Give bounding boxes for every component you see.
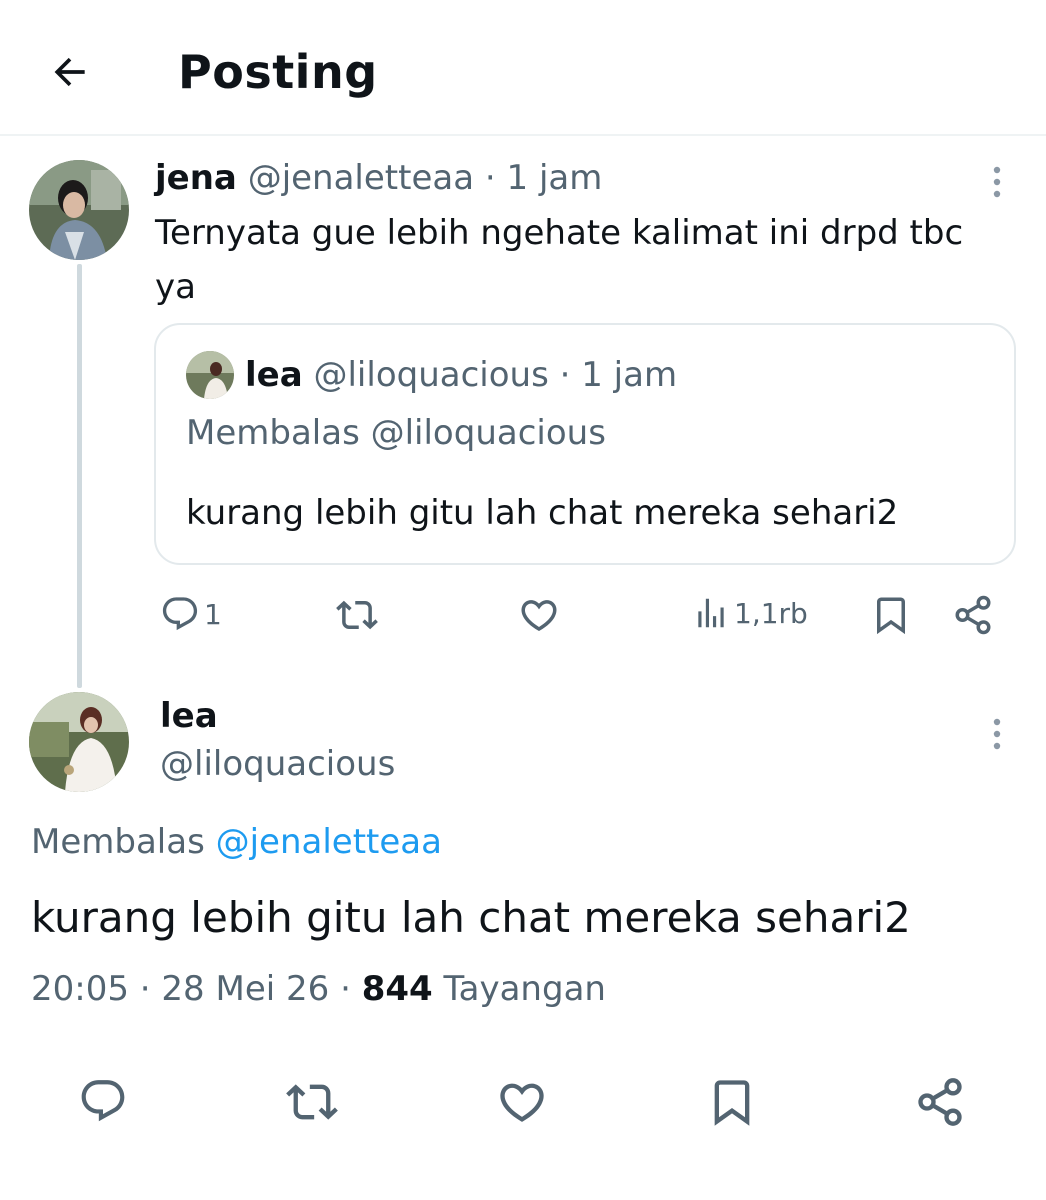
page-title: Posting — [178, 45, 378, 99]
post-time[interactable]: 1 jam — [507, 158, 603, 198]
quoted-author-handle: @liloquacious — [313, 355, 549, 395]
repost-button[interactable] — [336, 594, 378, 636]
quoted-time: 1 jam — [581, 355, 678, 395]
main-like-button[interactable] — [496, 1076, 548, 1128]
post-date[interactable]: 28 Mei 26 — [161, 969, 329, 1009]
separator-dot: · — [139, 969, 151, 1009]
author-handle[interactable]: @jenaletteaa — [248, 158, 474, 198]
back-button[interactable] — [38, 40, 102, 104]
main-more-button[interactable] — [977, 704, 1017, 764]
main-bookmark-button[interactable] — [706, 1076, 758, 1128]
heart-icon — [521, 600, 557, 632]
arrow-left-icon — [54, 57, 85, 87]
main-share-button[interactable] — [914, 1076, 966, 1128]
author-name[interactable]: jena — [155, 158, 237, 198]
share-icon — [955, 595, 991, 635]
view-label[interactable]: Tayangan — [444, 969, 606, 1009]
lea-avatar[interactable] — [29, 692, 129, 792]
author-name[interactable]: lea — [160, 694, 218, 738]
bookmark-icon — [877, 597, 905, 635]
jena-avatar[interactable] — [29, 160, 129, 260]
more-vertical-icon — [993, 718, 1001, 750]
parent-post-text: Ternyata gue lebih ngehate kalimat ini d… — [155, 213, 964, 307]
like-button[interactable] — [518, 594, 560, 636]
share-button[interactable] — [952, 594, 994, 636]
main-post-text: kurang lebih gitu lah chat mereka sehari… — [31, 893, 911, 942]
quoted-reply-to: Membalas @liloquacious — [186, 413, 606, 453]
repost-icon — [336, 600, 378, 630]
author-handle[interactable]: @liloquacious — [160, 742, 395, 786]
repost-icon — [286, 1084, 338, 1120]
quoted-avatar — [186, 351, 234, 399]
views-count: 1,1rb — [734, 596, 808, 630]
heart-icon — [500, 1083, 544, 1122]
quoted-text: kurang lebih gitu lah chat mereka sehari… — [186, 493, 899, 533]
separator-dot: · — [340, 969, 351, 1009]
post-time[interactable]: 20:05 — [31, 969, 129, 1009]
reply-prefix: Membalas — [31, 822, 205, 862]
reply-icon — [162, 597, 198, 631]
quoted-meta: lea @liloquacious · 1 jam — [245, 353, 677, 397]
separator-dot: · — [559, 355, 571, 395]
bookmark-button[interactable] — [870, 594, 912, 636]
reply-button[interactable]: 1 — [160, 594, 222, 634]
share-icon — [918, 1078, 962, 1126]
quoted-post-card[interactable]: lea @liloquacious · 1 jam Membalas @lilo… — [154, 323, 1016, 565]
parent-post-meta: jena @jenaletteaa · 1 jam — [155, 156, 602, 200]
main-repost-button[interactable] — [286, 1076, 338, 1128]
parent-more-button[interactable] — [977, 152, 1017, 212]
reply-to-line: Membalas @jenaletteaa — [31, 820, 442, 864]
post-timestamp-line: 20:05 · 28 Mei 26 · 844 Tayangan — [31, 966, 606, 1012]
reply-icon — [81, 1080, 125, 1122]
reply-count: 1 — [204, 597, 222, 631]
quoted-author-name: lea — [245, 355, 303, 395]
views-button[interactable]: 1,1rb — [692, 594, 808, 632]
reply-to-handle-link[interactable]: @jenaletteaa — [216, 822, 442, 862]
analytics-icon — [698, 598, 724, 628]
bookmark-icon — [714, 1080, 750, 1126]
thread-connector-line — [77, 264, 82, 688]
separator-dot: · — [484, 158, 496, 198]
view-count[interactable]: 844 — [362, 969, 433, 1009]
more-vertical-icon — [993, 166, 1001, 198]
main-reply-button[interactable] — [78, 1076, 128, 1126]
top-bar: Posting — [0, 0, 1046, 136]
